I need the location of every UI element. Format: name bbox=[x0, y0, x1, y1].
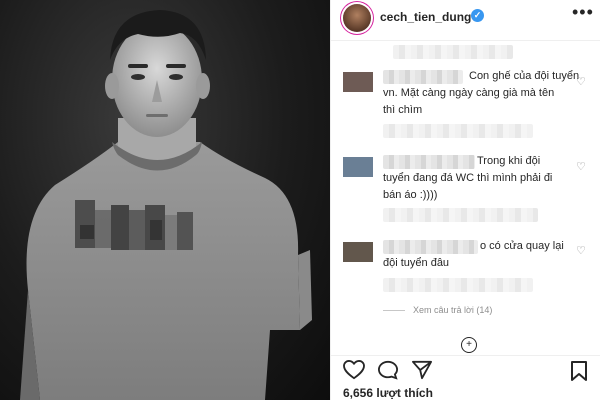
portrait-illustration bbox=[20, 10, 312, 400]
comment-like-icon[interactable]: ♡ bbox=[576, 244, 586, 257]
comment-username-redacted bbox=[383, 240, 478, 254]
heart-icon[interactable] bbox=[343, 360, 365, 380]
comment-text-line: o có cửa quay lại bbox=[480, 240, 564, 252]
comment-username-redacted bbox=[383, 70, 463, 84]
comment-text-line: thì chìm bbox=[383, 104, 423, 116]
comment-avatar[interactable] bbox=[343, 242, 373, 262]
post-photo[interactable] bbox=[0, 0, 330, 400]
bookmark-icon[interactable] bbox=[569, 360, 589, 382]
load-more-comments-icon[interactable]: + bbox=[461, 337, 477, 353]
instagram-post: cech_tien_dung ✓ ••• Con ghế của đội tuy… bbox=[0, 0, 600, 400]
comment-text-line: tuyển đang đá WC thì mình phải đi bbox=[383, 172, 553, 184]
more-options-icon[interactable]: ••• bbox=[572, 2, 594, 23]
comment-username-redacted bbox=[383, 155, 475, 169]
comment-text-line: bán áo :)))) bbox=[383, 189, 438, 201]
author-avatar[interactable] bbox=[343, 4, 371, 32]
view-replies-link[interactable]: Xem câu trả lời (14) bbox=[383, 305, 492, 315]
post-header: cech_tien_dung ✓ ••• bbox=[331, 0, 600, 41]
comment-text-line: đội tuyển đâu bbox=[383, 257, 450, 269]
comment-like-icon[interactable]: ♡ bbox=[576, 160, 586, 173]
likes-count[interactable]: 6,656 lượt thích bbox=[343, 386, 433, 400]
comment-avatar[interactable] bbox=[343, 157, 373, 177]
comment-text-line: vn. Mặt càng ngày càng già mà tên bbox=[383, 87, 555, 99]
caption-redacted bbox=[393, 45, 513, 59]
comment-icon[interactable] bbox=[377, 360, 399, 380]
comments-panel: cech_tien_dung ✓ ••• Con ghế của đội tuy… bbox=[330, 0, 600, 400]
comment-avatar[interactable] bbox=[343, 72, 373, 92]
comment-text-line: Trong khi đội bbox=[477, 155, 541, 167]
comment-text-line: Con ghế của đội tuyển bbox=[469, 70, 580, 82]
comment-like-icon[interactable]: ♡ bbox=[576, 75, 586, 88]
verified-badge-icon: ✓ bbox=[471, 9, 484, 22]
view-replies-label: Xem câu trả lời (14) bbox=[413, 305, 493, 315]
comment-meta-redacted bbox=[383, 124, 533, 138]
author-username[interactable]: cech_tien_dung bbox=[380, 10, 471, 24]
replies-divider bbox=[383, 310, 405, 312]
comment-meta-redacted bbox=[383, 208, 538, 222]
post-actions: 6,656 lượt thích bbox=[331, 355, 600, 401]
share-icon[interactable] bbox=[411, 360, 433, 380]
comment-meta-redacted bbox=[383, 278, 533, 292]
